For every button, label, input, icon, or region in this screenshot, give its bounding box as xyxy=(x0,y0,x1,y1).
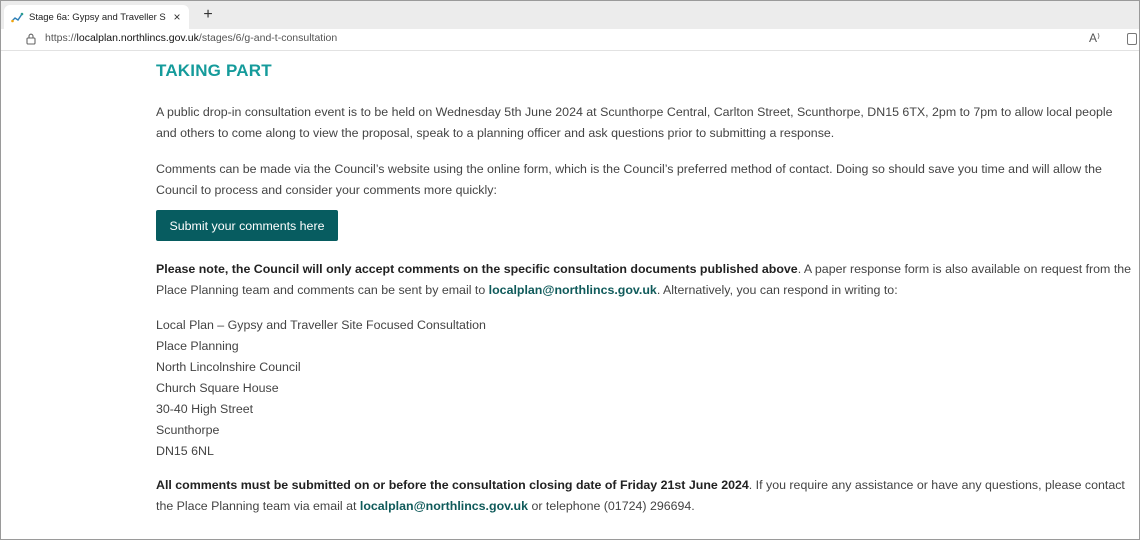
url-host: localplan.northlincs.gov.uk xyxy=(76,32,199,44)
submit-comments-button[interactable]: Submit your comments here xyxy=(156,210,338,241)
split-screen-icon[interactable] xyxy=(1127,33,1137,45)
closing-paragraph: All comments must be submitted on or bef… xyxy=(156,475,1134,517)
address-line: DN15 6NL xyxy=(156,444,214,458)
comments-paragraph: Comments can be made via the Council’s w… xyxy=(156,162,1102,197)
address-line: Place Planning xyxy=(156,339,239,353)
tab-bar: Stage 6a: Gypsy and Traveller Site × + xyxy=(1,1,1139,29)
tab-close-icon[interactable]: × xyxy=(171,10,183,24)
closing-text-2: or telephone (01724) 296694. xyxy=(528,499,695,513)
tab-title: Stage 6a: Gypsy and Traveller Site xyxy=(29,11,166,23)
email-link[interactable]: localplan@northlincs.gov.uk xyxy=(489,283,657,297)
postal-address: Local Plan – Gypsy and Traveller Site Fo… xyxy=(156,315,486,462)
note-bold: Please note, the Council will only accep… xyxy=(156,262,798,276)
browser-tab[interactable]: Stage 6a: Gypsy and Traveller Site × xyxy=(4,5,189,29)
url-prefix: https:// xyxy=(45,32,77,44)
address-line: Local Plan – Gypsy and Traveller Site Fo… xyxy=(156,318,486,332)
new-tab-button[interactable]: + xyxy=(198,5,218,25)
closing-bold: All comments must be submitted on or bef… xyxy=(156,478,749,492)
site-favicon-icon xyxy=(11,12,24,22)
address-bar[interactable]: https://localplan.northlincs.gov.uk/stag… xyxy=(1,29,1139,51)
address-line: North Lincolnshire Council xyxy=(156,360,301,374)
url-text[interactable]: https://localplan.northlincs.gov.uk/stag… xyxy=(45,32,337,44)
section-heading: TAKING PART xyxy=(156,61,272,80)
address-line: Church Square House xyxy=(156,381,279,395)
lock-icon[interactable] xyxy=(26,33,36,45)
note-paragraph: Please note, the Council will only accep… xyxy=(156,259,1134,301)
note-text-2: . Alternatively, you can respond in writ… xyxy=(656,283,898,297)
closing-email-link[interactable]: localplan@northlincs.gov.uk xyxy=(360,499,528,513)
read-aloud-icon[interactable]: A⁾ xyxy=(1089,31,1100,45)
address-line: Scunthorpe xyxy=(156,423,220,437)
address-line: 30-40 High Street xyxy=(156,402,254,416)
url-path: /stages/6/g-and-t-consultation xyxy=(198,32,338,44)
event-paragraph: A public drop-in consultation event is t… xyxy=(156,105,1113,140)
browser-window: Stage 6a: Gypsy and Traveller Site × + h… xyxy=(0,0,1140,540)
